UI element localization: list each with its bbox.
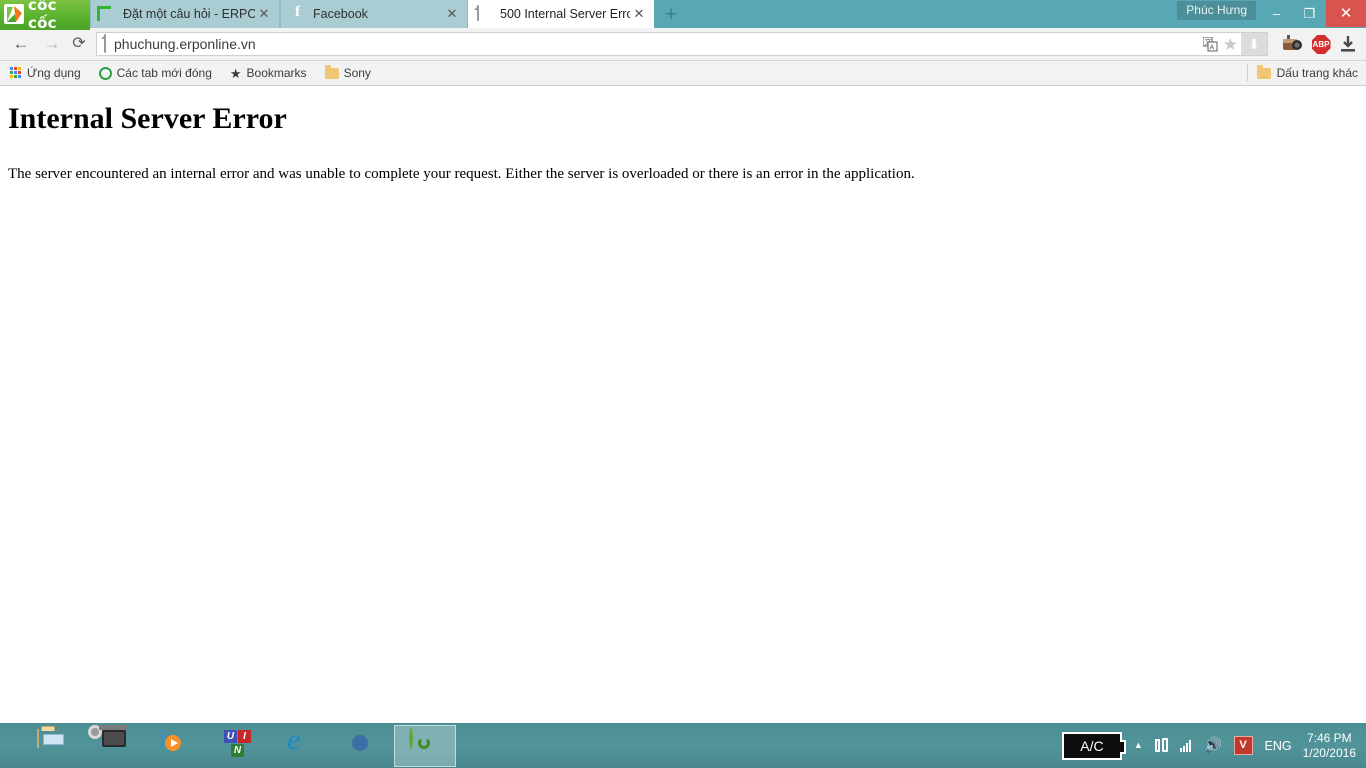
tab-close-button[interactable]: ✕ xyxy=(630,0,648,28)
download-arrow-icon[interactable]: ⬇ xyxy=(1241,33,1267,55)
media-player-icon xyxy=(161,729,193,762)
bookmarks-bar: Ứng dụng Các tab mới đóng ★ Bookmarks So… xyxy=(0,61,1366,86)
page-icon xyxy=(477,5,493,22)
taskbar-item-file-explorer[interactable] xyxy=(22,725,84,767)
bookmark-star-icon[interactable]: ★ xyxy=(1223,36,1238,53)
battery-status-icon[interactable]: A/C xyxy=(1061,731,1126,760)
new-tab-button[interactable]: + xyxy=(656,3,686,27)
recently-closed-icon xyxy=(98,66,112,80)
apps-grid-icon xyxy=(10,67,22,79)
page-body-text: The server encountered an internal error… xyxy=(8,166,915,182)
close-window-button[interactable]: ✕ xyxy=(1326,0,1366,27)
folder-icon xyxy=(1256,64,1271,79)
star-icon: ★ xyxy=(229,65,242,81)
firefox-icon xyxy=(347,730,379,762)
system-tray: A/C ▲ 🔊 V ENG 7:46 PM 1/20/2016 xyxy=(1061,723,1360,768)
other-bookmarks-button[interactable]: Dấu trang khác xyxy=(1256,63,1358,83)
tab-close-button[interactable]: ✕ xyxy=(443,0,461,28)
tab-title: 500 Internal Server Error xyxy=(500,7,630,21)
page-content: Internal Server Error The server encount… xyxy=(0,86,1366,722)
bookmark-item-ung-dung[interactable]: Ứng dụng xyxy=(10,63,81,83)
clock-date: 1/20/2016 xyxy=(1302,745,1356,760)
url-text: phuchung.erponline.vn xyxy=(114,36,256,52)
taskbar-item-coccoc[interactable] xyxy=(394,725,456,767)
taskbar-item-media-player[interactable] xyxy=(146,725,208,767)
facebook-icon xyxy=(290,6,306,22)
tab-close-button[interactable]: ✕ xyxy=(255,0,273,28)
back-button[interactable]: ← xyxy=(8,32,34,56)
tab-title: Đặt một câu hỏi - ERPOnli xyxy=(123,7,255,21)
bookmark-label: Các tab mới đóng xyxy=(116,66,212,80)
restore-button[interactable]: ❐ xyxy=(1293,0,1326,27)
navigation-toolbar: ← → ⟳ phuchung.erponline.vn 文 A ★ ⬇ xyxy=(0,28,1366,61)
clock[interactable]: 7:46 PM 1/20/2016 xyxy=(1303,731,1356,761)
folder-icon xyxy=(324,64,339,79)
signal-bars-icon[interactable] xyxy=(1179,739,1192,752)
taskbar-item-unikey[interactable]: UIN xyxy=(208,725,270,767)
camera-extension-icon[interactable] xyxy=(1282,34,1304,56)
tab-dat-mot-cau-hoi[interactable]: Đặt một câu hỏi - ERPOnli ✕ xyxy=(90,0,280,28)
device-manager-icon xyxy=(88,725,131,762)
tab-500-internal-server-error[interactable]: 500 Internal Server Error ✕ xyxy=(468,0,654,28)
forward-button[interactable]: → xyxy=(39,32,65,56)
adblock-plus-icon[interactable]: ABP xyxy=(1310,34,1332,56)
bookmark-item-cac-tab-moi-dong[interactable]: Các tab mới đóng xyxy=(98,63,212,83)
bookmark-label: Bookmarks xyxy=(246,66,307,80)
coccoc-logo[interactable]: cốc cốc xyxy=(0,0,90,32)
browser-window: cốc cốc Đặt một câu hỏi - ERPOnli ✕ Face… xyxy=(0,0,1366,768)
taskbar: UIN A/C ▲ 🔊 V ENG 7:46 PM 1/20/2016 xyxy=(0,723,1366,768)
show-hidden-icons-button[interactable]: ▲ xyxy=(1134,741,1143,750)
file-explorer-icon xyxy=(37,729,69,762)
language-indicator[interactable]: ENG xyxy=(1265,739,1292,753)
tab-facebook[interactable]: Facebook ✕ xyxy=(280,0,468,28)
bookmark-label: Sony xyxy=(343,66,371,80)
volume-icon[interactable]: 🔊 xyxy=(1204,738,1223,753)
bookmark-label: Ứng dụng xyxy=(27,66,81,80)
tab-title: Facebook xyxy=(313,7,368,21)
reload-button[interactable]: ⟳ xyxy=(66,32,92,56)
svg-text:A: A xyxy=(1209,44,1214,51)
internet-explorer-icon xyxy=(285,730,317,762)
coccoc-logo-icon xyxy=(3,3,25,25)
bookmarks-divider xyxy=(1247,64,1248,81)
taskbar-item-internet-explorer[interactable] xyxy=(270,725,332,767)
taskbar-items: UIN xyxy=(22,725,456,767)
download-manager-icon[interactable] xyxy=(1338,34,1360,56)
taskbar-item-firefox[interactable] xyxy=(332,725,394,767)
bookmark-item-sony[interactable]: Sony xyxy=(324,63,371,83)
clock-time: 7:46 PM xyxy=(1306,730,1352,745)
other-bookmarks-label: Dấu trang khác xyxy=(1276,66,1358,80)
unikey-icon: UIN xyxy=(223,730,255,762)
page-title: Internal Server Error xyxy=(8,102,287,135)
address-bar[interactable]: phuchung.erponline.vn 文 A ★ ⬇ xyxy=(96,32,1268,56)
tab-strip: cốc cốc Đặt một câu hỏi - ERPOnli ✕ Face… xyxy=(0,0,1366,32)
taskbar-item-device-manager[interactable] xyxy=(84,725,146,767)
user-profile-badge[interactable]: Phúc Hưng xyxy=(1177,1,1256,20)
minimize-button[interactable]: – xyxy=(1260,0,1293,27)
green-bookmark-icon xyxy=(100,6,116,22)
bookmark-item-bookmarks[interactable]: ★ Bookmarks xyxy=(230,63,307,83)
network-icon[interactable] xyxy=(1154,738,1168,753)
logo-underline xyxy=(0,28,90,30)
coccoc-icon xyxy=(409,728,441,762)
unikey-tray-icon[interactable]: V xyxy=(1233,736,1253,755)
translate-icon[interactable]: 文 A xyxy=(1202,36,1218,52)
page-icon xyxy=(104,34,106,53)
abp-label: ABP xyxy=(1311,35,1331,54)
